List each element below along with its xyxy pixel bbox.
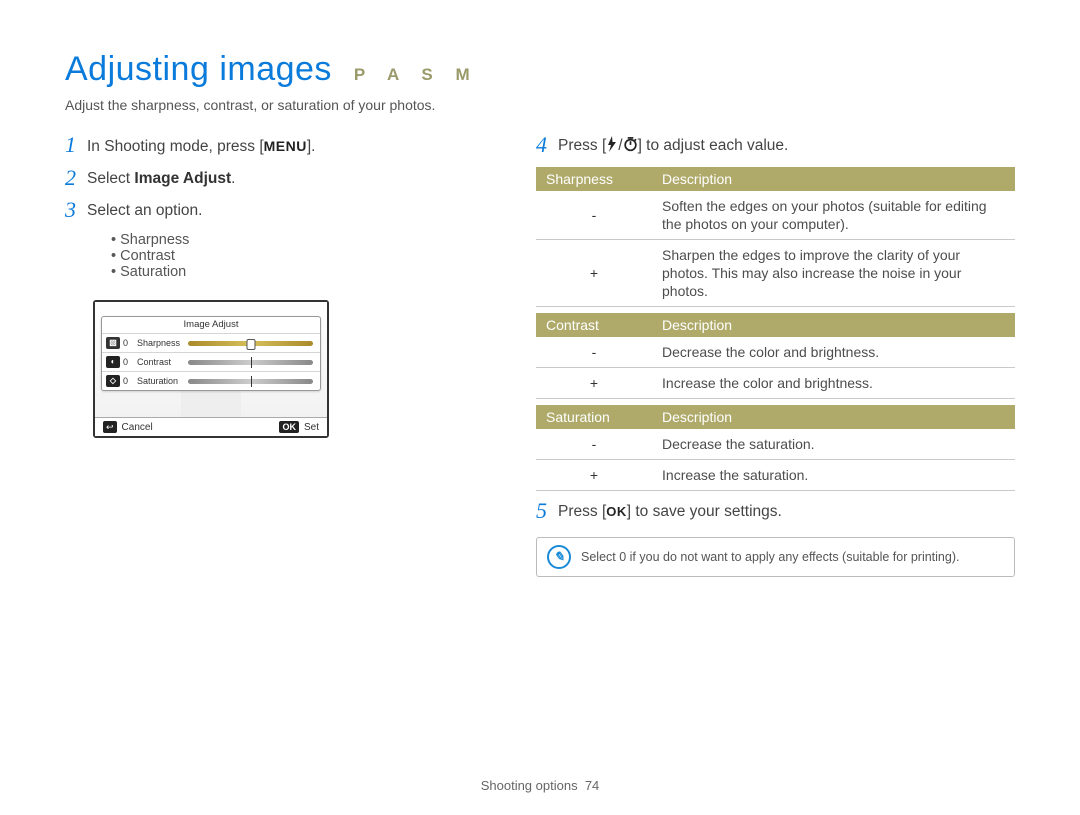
symbol-cell: +	[536, 240, 652, 307]
desc-cell: Sharpen the edges to improve the clarity…	[652, 240, 1015, 307]
panel-row-saturation: ◇ 0 Saturation	[102, 371, 320, 390]
symbol-cell: -	[536, 429, 652, 460]
bullet-sharpness: Sharpness	[111, 232, 536, 248]
table-header: Description	[652, 313, 1015, 337]
timer-icon	[623, 136, 638, 152]
step-text: Select	[87, 170, 134, 187]
table-row: - Decrease the saturation.	[536, 429, 1015, 460]
step-number: 1	[65, 135, 87, 155]
symbol-cell: +	[536, 368, 652, 399]
table-header: Description	[652, 405, 1015, 429]
step-text-post: ] to adjust each value.	[638, 137, 789, 154]
screen-footer: ↩ Cancel OK Set	[95, 417, 327, 436]
panel-row-contrast: ◐ 0 Contrast	[102, 352, 320, 371]
bullet-saturation: Saturation	[111, 264, 536, 280]
desc-cell: Decrease the color and brightness.	[652, 337, 1015, 368]
image-adjust-label: Image Adjust	[134, 170, 231, 187]
option-bullets: Sharpness Contrast Saturation	[111, 232, 536, 280]
step-text: Select an option.	[87, 200, 202, 222]
step-1: 1 In Shooting mode, press [MENU].	[65, 135, 536, 158]
table-row: - Soften the edges on your photos (suita…	[536, 191, 1015, 240]
ok-key-icon: OK	[606, 504, 627, 519]
table-row: - Decrease the color and brightness.	[536, 337, 1015, 368]
table-row: + Increase the color and brightness.	[536, 368, 1015, 399]
table-header: Sharpness	[536, 167, 652, 191]
note-text: Select 0 if you do not want to apply any…	[581, 550, 959, 564]
saturation-icon: ◇	[106, 375, 120, 387]
back-icon: ↩	[103, 421, 117, 433]
sharpness-value: 0	[123, 338, 133, 348]
table-header: Description	[652, 167, 1015, 191]
ok-key-icon: OK	[279, 421, 299, 433]
contrast-table: Contrast Description - Decrease the colo…	[536, 313, 1015, 399]
note-icon: ✎	[547, 545, 571, 569]
step-text-post: ] to save your settings.	[627, 503, 782, 520]
set-label: Set	[304, 422, 319, 433]
sharpness-label: Sharpness	[137, 338, 185, 348]
saturation-value: 0	[123, 376, 133, 386]
panel-row-sharpness: ▧ 0 Sharpness	[102, 333, 320, 352]
table-header: Contrast	[536, 313, 652, 337]
contrast-label: Contrast	[137, 357, 185, 367]
flash-icon	[606, 136, 618, 152]
symbol-cell: +	[536, 460, 652, 491]
step-5: 5 Press [OK] to save your settings.	[536, 501, 1015, 523]
step-3: 3 Select an option.	[65, 200, 536, 222]
image-adjust-panel: Image Adjust ▧ 0 Sharpness ◐ 0 Contrast	[101, 316, 321, 391]
sharpness-table: Sharpness Description - Soften the edges…	[536, 167, 1015, 307]
step-text: In Shooting mode, press [	[87, 138, 264, 155]
step-text: Press [	[558, 503, 606, 520]
desc-cell: Increase the color and brightness.	[652, 368, 1015, 399]
step-number: 3	[65, 200, 87, 220]
menu-key-icon: MENU	[264, 138, 307, 154]
bullet-contrast: Contrast	[111, 248, 536, 264]
step-text: Press [	[558, 137, 606, 154]
footer-section: Shooting options	[481, 778, 578, 793]
table-header: Saturation	[536, 405, 652, 429]
desc-cell: Decrease the saturation.	[652, 429, 1015, 460]
sharpness-icon: ▧	[106, 337, 120, 349]
contrast-slider	[188, 360, 313, 365]
footer-page-number: 74	[585, 778, 599, 793]
step-number: 5	[536, 501, 558, 521]
sharpness-slider	[188, 341, 313, 346]
step-text-post: ].	[307, 138, 316, 155]
step-number: 4	[536, 135, 558, 155]
table-row: + Sharpen the edges to improve the clari…	[536, 240, 1015, 307]
desc-cell: Increase the saturation.	[652, 460, 1015, 491]
note-box: ✎ Select 0 if you do not want to apply a…	[536, 537, 1015, 577]
step-text-post: .	[231, 170, 235, 187]
saturation-label: Saturation	[137, 376, 185, 386]
contrast-value: 0	[123, 357, 133, 367]
cancel-label: Cancel	[122, 422, 153, 433]
page-footer: Shooting options 74	[0, 778, 1080, 793]
contrast-icon: ◐	[106, 356, 120, 368]
table-row: + Increase the saturation.	[536, 460, 1015, 491]
mode-badges: P A S M	[354, 65, 479, 85]
symbol-cell: -	[536, 337, 652, 368]
symbol-cell: -	[536, 191, 652, 240]
desc-cell: Soften the edges on your photos (suitabl…	[652, 191, 1015, 240]
page-title: Adjusting images	[65, 50, 332, 89]
saturation-table: Saturation Description - Decrease the sa…	[536, 405, 1015, 491]
step-4: 4 Press [/] to adjust each value.	[536, 135, 1015, 157]
page-subtitle: Adjust the sharpness, contrast, or satur…	[65, 97, 1015, 113]
saturation-slider	[188, 379, 313, 384]
step-number: 2	[65, 168, 87, 188]
camera-screen-illustration: Image Adjust ▧ 0 Sharpness ◐ 0 Contrast	[93, 300, 329, 438]
step-2: 2 Select Image Adjust.	[65, 168, 536, 190]
panel-title: Image Adjust	[102, 317, 320, 333]
